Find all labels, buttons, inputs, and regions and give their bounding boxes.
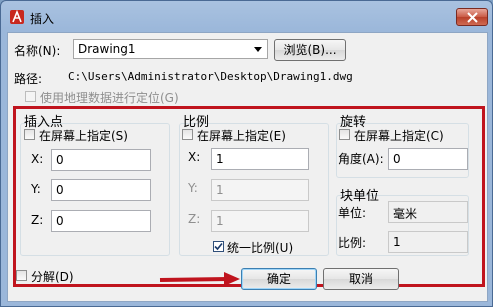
close-button[interactable] bbox=[456, 8, 488, 26]
title-bar[interactable]: 插入 bbox=[1, 1, 492, 33]
annotation-arrow-icon bbox=[159, 272, 240, 286]
window-title: 插入 bbox=[30, 12, 55, 26]
autocad-app-icon bbox=[10, 10, 24, 24]
close-icon bbox=[467, 12, 478, 23]
insert-dialog: 插入 名称(N): Drawing1 浏览(B)... 路径: C:\Users… bbox=[0, 0, 493, 307]
dialog-body: 名称(N): Drawing1 浏览(B)... 路径: C:\Users\Ad… bbox=[7, 32, 488, 302]
